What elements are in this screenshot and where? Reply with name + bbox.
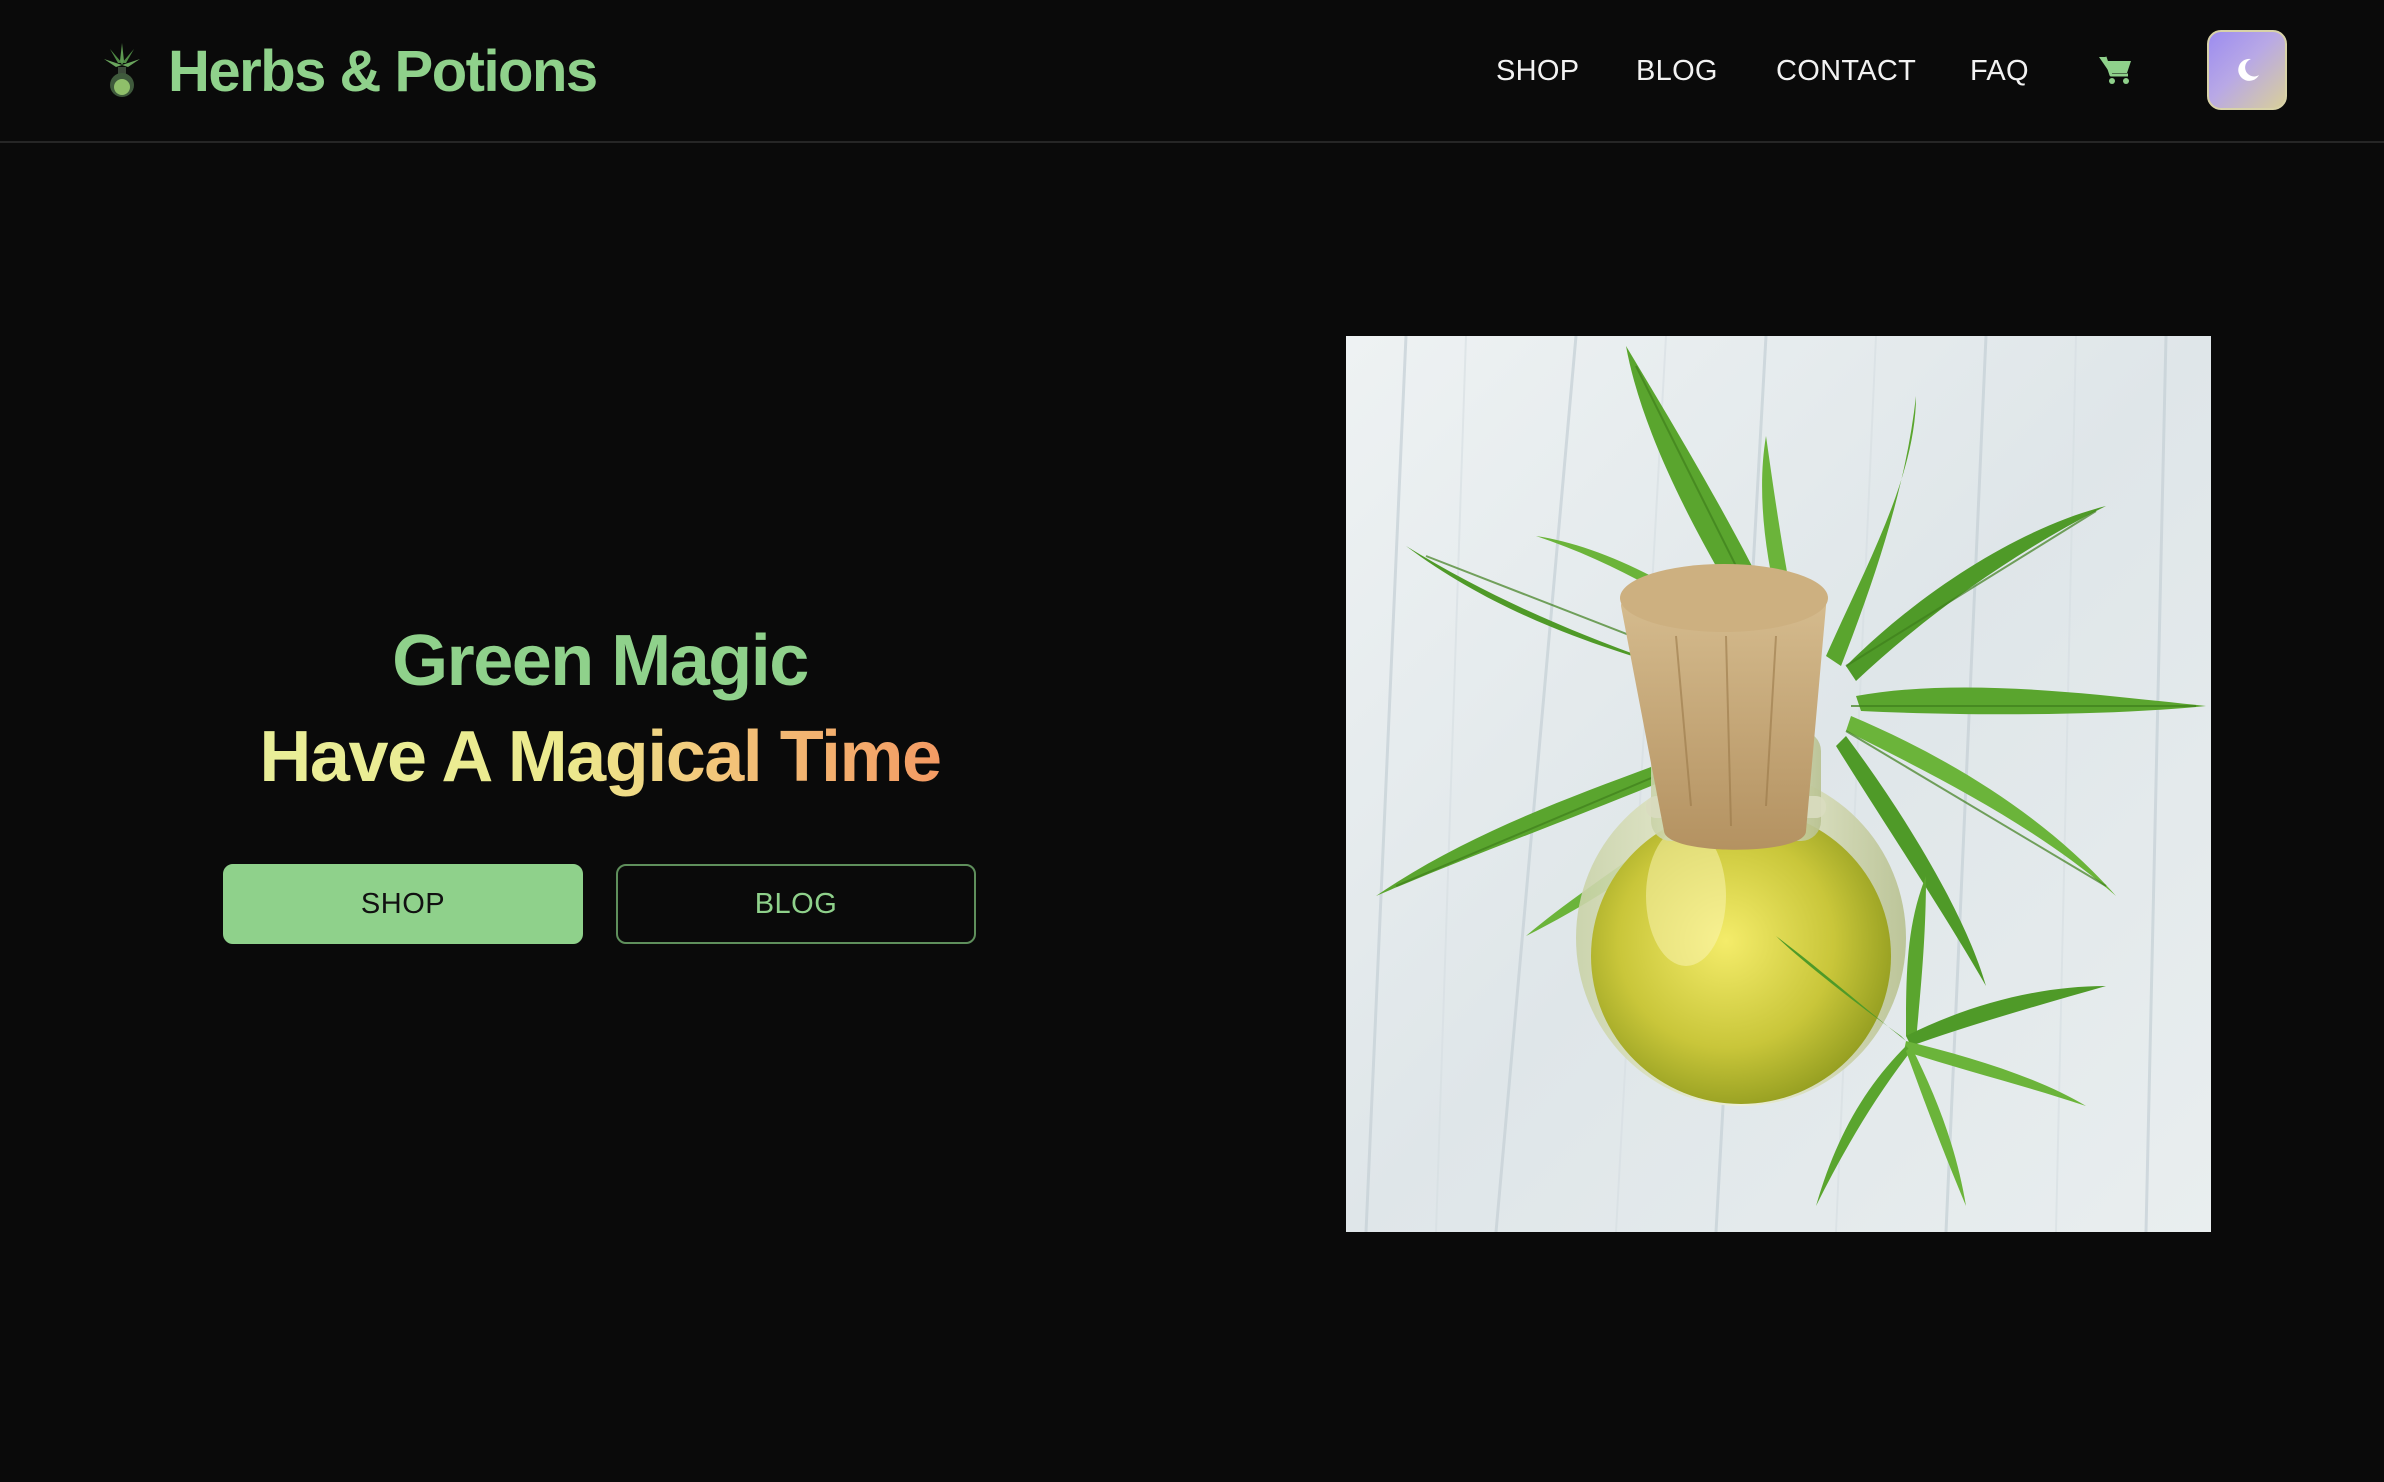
hero-blog-button[interactable]: BLOG bbox=[616, 864, 976, 944]
nav-shop-link[interactable]: SHOP bbox=[1496, 46, 1579, 96]
theme-toggle-button[interactable] bbox=[2207, 30, 2287, 110]
hero-title-line-1: Green Magic bbox=[392, 621, 809, 701]
moon-icon bbox=[2238, 58, 2259, 81]
nav-faq-link[interactable]: FAQ bbox=[1970, 46, 2029, 96]
hero-title-line-2-text: Have A Magical Time bbox=[259, 717, 942, 797]
hero-illustration bbox=[1346, 336, 2211, 1232]
nav-blog-link[interactable]: BLOG bbox=[1636, 46, 1718, 96]
cannabis-oil-bottle-image bbox=[1346, 336, 2211, 1232]
shopping-cart-icon[interactable] bbox=[2098, 54, 2134, 86]
hero-shop-button[interactable]: SHOP bbox=[223, 864, 583, 944]
main-nav: SHOP BLOG CONTACT FAQ bbox=[0, 46, 2384, 96]
site-header: Herbs & Potions SHOP BLOG CONTACT FAQ bbox=[0, 0, 2384, 143]
nav-contact-link[interactable]: CONTACT bbox=[1776, 46, 1916, 96]
hero-title-line-2: Have A Magical Time bbox=[0, 716, 1200, 798]
